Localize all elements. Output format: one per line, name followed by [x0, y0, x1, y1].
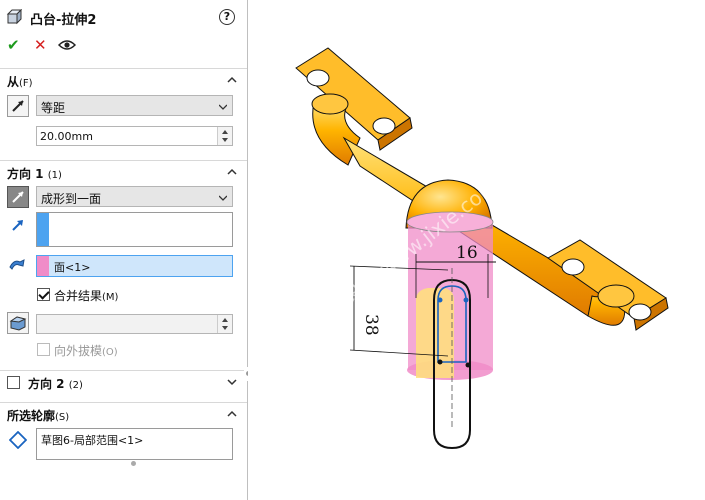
offset-distance-value: 20.00mm: [40, 130, 93, 143]
action-bar: ✔ ✕: [0, 34, 247, 58]
direction2-checkbox[interactable]: [7, 376, 20, 389]
dimension-width-text[interactable]: 16: [456, 243, 478, 263]
reverse-direction-button[interactable]: [7, 186, 29, 208]
offset-spinner[interactable]: [217, 127, 232, 145]
from-section-shortcut: (F): [19, 78, 33, 89]
start-condition-icon: [7, 95, 29, 117]
end-condition-value: 成形到一面: [41, 192, 102, 206]
merge-result-checkbox[interactable]: [37, 288, 50, 301]
merge-result-label: 合并结果(M): [54, 289, 119, 303]
direction1-shortcut: (1): [47, 170, 62, 181]
chevron-down-icon: [219, 104, 227, 110]
dimension-height-text[interactable]: 38: [361, 314, 381, 336]
selection-color-swatch-blue: [37, 213, 49, 246]
face-selection-icon: [9, 259, 25, 270]
from-section-header[interactable]: 从(F): [0, 68, 247, 90]
close-icon[interactable]: ✕: [34, 36, 47, 54]
selected-contours-label: 所选轮廓: [7, 409, 56, 423]
property-manager-panel: 凸台-拉伸2 ? ✔ ✕ 从(F) 等距 20.00mm 方向 1 (1) 成形…: [0, 0, 248, 500]
model-view: 16 38 机械设计 www.jixie.com: [295, 47, 669, 450]
offset-distance-input[interactable]: 20.00mm: [36, 126, 233, 146]
end-condition-dropdown[interactable]: 成形到一面: [36, 186, 233, 207]
start-condition-dropdown[interactable]: 等距: [36, 95, 233, 116]
eye-icon[interactable]: [58, 39, 76, 51]
draft-outward-label: 向外拔模(O): [54, 344, 118, 358]
graphics-viewport[interactable]: 16 38 机械设计 www.jixie.com: [248, 0, 705, 500]
chevron-up-icon[interactable]: [227, 409, 237, 419]
boss-extrude-icon: [6, 9, 22, 25]
draft-angle-input[interactable]: [36, 314, 233, 334]
draft-outward-checkbox[interactable]: [37, 343, 50, 356]
question-icon[interactable]: ?: [219, 9, 235, 25]
direction1-section-header[interactable]: 方向 1 (1): [0, 160, 247, 182]
face-selection-box[interactable]: 面<1>: [36, 255, 233, 277]
direction1-label: 方向 1: [7, 167, 44, 181]
direction-vector-selection[interactable]: [36, 212, 233, 247]
feature-title-bar: 凸台-拉伸2 ?: [0, 0, 247, 34]
contour-list-item[interactable]: 草图6-局部范围<1>: [41, 432, 143, 448]
draft-angle-spinner[interactable]: [217, 315, 232, 333]
chevron-down-icon[interactable]: [227, 377, 237, 387]
selected-contours-shortcut: (S): [55, 412, 70, 423]
start-condition-value: 等距: [41, 101, 66, 115]
selected-contours-header[interactable]: 所选轮廓(S): [0, 402, 247, 424]
extrude-direction-icon: [12, 220, 23, 231]
checkmark-icon[interactable]: ✔: [7, 36, 20, 54]
selected-contours-list[interactable]: 草图6-局部范围<1>: [36, 428, 233, 460]
resize-grip-dot[interactable]: [131, 461, 136, 466]
chevron-down-icon: [219, 195, 227, 201]
contour-diamond-icon: [9, 431, 27, 449]
feature-title: 凸台-拉伸2: [30, 13, 97, 28]
selection-color-swatch-pink: [37, 256, 49, 276]
from-section-label: 从: [7, 75, 20, 89]
chevron-up-icon[interactable]: [227, 167, 237, 177]
direction2-section-header[interactable]: 方向 2 (2): [0, 370, 247, 392]
direction2-label: 方向 2: [28, 377, 65, 391]
face-selection-item: 面<1>: [54, 261, 91, 274]
draft-toggle-button[interactable]: [7, 312, 29, 334]
direction2-shortcut: (2): [68, 380, 83, 391]
chevron-up-icon[interactable]: [227, 75, 237, 85]
